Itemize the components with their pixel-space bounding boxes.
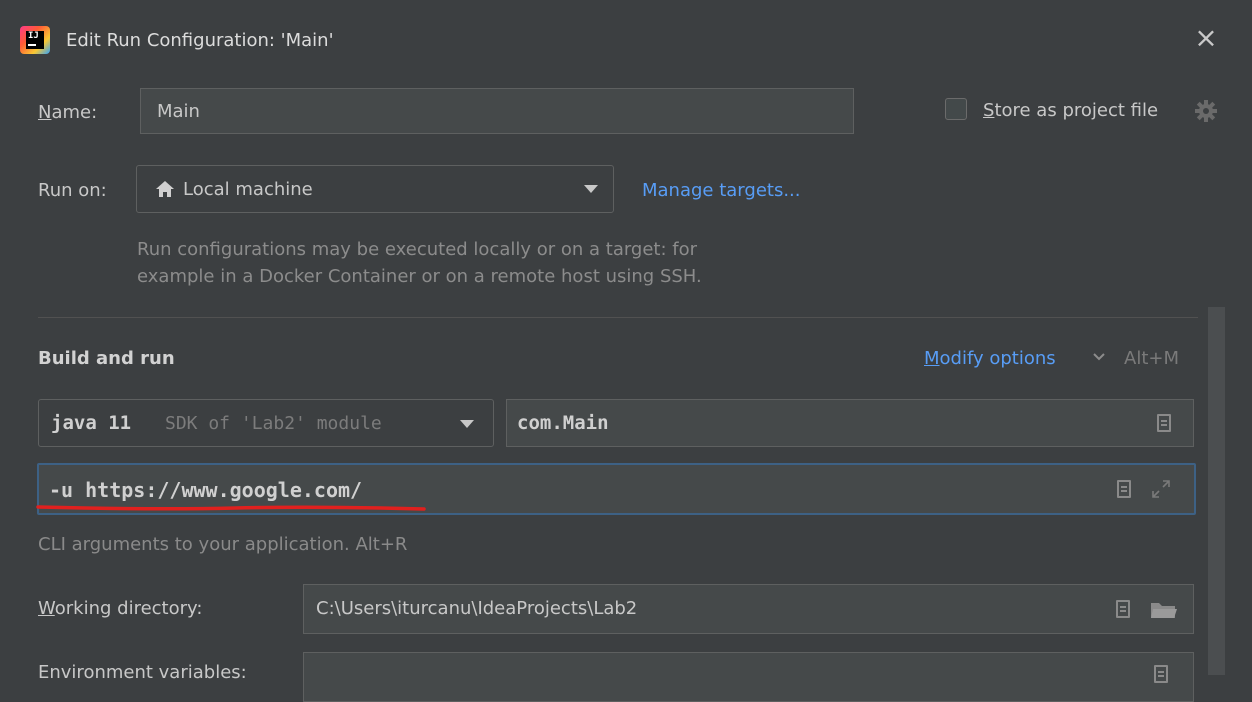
scrollbar[interactable] xyxy=(1208,307,1225,675)
run-on-label: Run on: xyxy=(38,180,107,201)
run-on-hint-line1: Run configurations may be executed local… xyxy=(137,239,698,260)
jdk-dropdown[interactable]: java 11 SDK of 'Lab2' module xyxy=(38,399,494,447)
store-as-project-file-checkbox[interactable] xyxy=(945,98,967,120)
program-arguments-hint: CLI arguments to your application. Alt+R xyxy=(38,534,408,555)
program-arguments-value: -u https://www.google.com/ xyxy=(49,478,363,502)
folder-icon[interactable] xyxy=(1150,600,1178,620)
name-input[interactable]: Main xyxy=(140,88,854,134)
chevron-down-icon xyxy=(1093,353,1105,361)
insert-macro-icon[interactable] xyxy=(1116,600,1130,618)
annotation-underline xyxy=(36,505,426,511)
chevron-down-icon xyxy=(460,420,474,428)
name-label: Name: xyxy=(38,102,98,123)
section-divider xyxy=(38,317,1198,318)
main-class-input[interactable]: com.Main xyxy=(506,399,1194,447)
environment-variables-input[interactable] xyxy=(303,652,1194,702)
modify-options-shortcut: Alt+M xyxy=(1124,348,1179,369)
main-class-value: com.Main xyxy=(517,412,609,434)
insert-macro-icon[interactable] xyxy=(1117,480,1131,498)
working-directory-input[interactable]: C:\Users\iturcanu\IdeaProjects\Lab2 xyxy=(303,584,1194,634)
jdk-detail: SDK of 'Lab2' module xyxy=(165,413,382,434)
manage-targets-link[interactable]: Manage targets... xyxy=(642,180,801,201)
edit-environment-icon[interactable] xyxy=(1154,665,1168,683)
environment-variables-label: Environment variables: xyxy=(38,662,247,683)
browse-document-icon[interactable] xyxy=(1157,414,1171,432)
jdk-version: java 11 xyxy=(51,412,132,434)
name-input-value: Main xyxy=(157,101,200,122)
modify-options-link[interactable]: Modify options xyxy=(924,348,1056,369)
window-title: Edit Run Configuration: 'Main' xyxy=(66,30,334,51)
chevron-down-icon xyxy=(584,185,598,193)
gear-icon[interactable] xyxy=(1194,99,1218,123)
working-directory-label: Working directory: xyxy=(38,598,203,619)
working-directory-value: C:\Users\iturcanu\IdeaProjects\Lab2 xyxy=(316,598,638,619)
build-and-run-title: Build and run xyxy=(38,348,175,369)
run-on-value: Local machine xyxy=(183,179,313,200)
run-on-hint-line2: example in a Docker Container or on a re… xyxy=(137,266,702,287)
intellij-idea-icon: IJ xyxy=(20,26,50,54)
run-on-dropdown[interactable]: Local machine xyxy=(136,165,614,213)
close-icon[interactable]: × xyxy=(1190,22,1222,54)
home-icon xyxy=(156,181,174,197)
expand-icon[interactable] xyxy=(1151,479,1171,499)
store-as-project-file-label[interactable]: Store as project file xyxy=(983,100,1158,121)
